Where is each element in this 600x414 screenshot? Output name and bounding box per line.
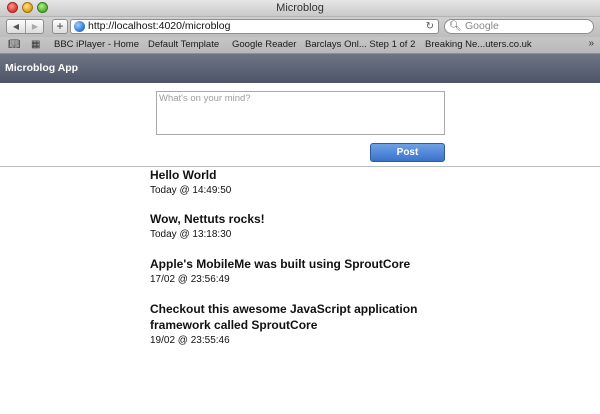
post-timestamp: 19/02 @ 23:55:46: [150, 335, 230, 346]
forward-button[interactable]: ▶: [26, 20, 44, 33]
compose-area: What's on your mind? Post: [0, 83, 600, 166]
globe-icon: [74, 21, 85, 32]
back-arrow-icon: ◀: [12, 22, 20, 31]
bookmark-item[interactable]: BBC iPlayer - Home: [54, 39, 139, 50]
plus-icon: +: [56, 19, 64, 33]
search-field[interactable]: 🔍︎ Google: [444, 19, 594, 34]
app-title: Microblog App: [5, 62, 79, 74]
search-placeholder: Google: [465, 20, 499, 32]
post-timestamp: Today @ 13:18:30: [150, 229, 232, 240]
post-title: Checkout this awesome JavaScript applica…: [150, 302, 418, 332]
post-timestamp: 17/02 @ 23:56:49: [150, 274, 230, 285]
address-bar[interactable]: http://localhost:4020/microblog ↻: [70, 19, 439, 34]
bookmark-item[interactable]: Breaking Ne...uters.co.uk: [425, 39, 532, 50]
post-timestamp: Today @ 14:49:50: [150, 185, 232, 196]
search-icon: 🔍︎: [449, 21, 462, 32]
bookmark-item[interactable]: Barclays Onl... Step 1 of 2: [305, 39, 415, 50]
grid-icon[interactable]: ▦: [31, 39, 40, 50]
book-icon[interactable]: 📖︎: [8, 39, 21, 50]
bookmark-item[interactable]: Default Template: [148, 39, 219, 50]
chevron-double-right-icon[interactable]: »: [588, 38, 594, 49]
browser-toolbar: ◀ ▶ + http://localhost:4020/microblog ↻ …: [0, 17, 600, 37]
add-bookmark-button[interactable]: +: [52, 19, 68, 34]
window-title: Microblog: [276, 2, 324, 14]
compose-placeholder: What's on your mind?: [159, 93, 251, 104]
post-button[interactable]: Post: [370, 143, 445, 162]
url-text[interactable]: http://localhost:4020/microblog: [88, 20, 230, 33]
forward-arrow-icon: ▶: [31, 22, 39, 31]
bookmark-item[interactable]: Google Reader: [232, 39, 296, 50]
post-title: Apple's MobileMe was built using SproutC…: [150, 257, 411, 271]
back-forward-control: ◀ ▶: [6, 19, 44, 34]
window-titlebar: Microblog: [0, 0, 600, 17]
back-button[interactable]: ◀: [7, 20, 25, 33]
post-title: Wow, Nettuts rocks!: [150, 212, 265, 226]
bookmarks-bar: 📖︎ ▦ BBC iPlayer - Home Default Template…: [0, 37, 600, 54]
reload-icon[interactable]: ↻: [426, 20, 434, 33]
list-item: Wow, Nettuts rocks! Today @ 13:18:30: [150, 211, 440, 241]
list-item: Checkout this awesome JavaScript applica…: [150, 301, 440, 347]
list-item: Apple's MobileMe was built using SproutC…: [150, 256, 440, 286]
list-item: Hello World Today @ 14:49:50: [150, 167, 440, 197]
post-title: Hello World: [150, 168, 217, 182]
post-list: Hello World Today @ 14:49:50 Wow, Nettut…: [0, 166, 600, 414]
app-header: Microblog App: [0, 54, 600, 83]
compose-textarea[interactable]: What's on your mind?: [156, 91, 445, 135]
